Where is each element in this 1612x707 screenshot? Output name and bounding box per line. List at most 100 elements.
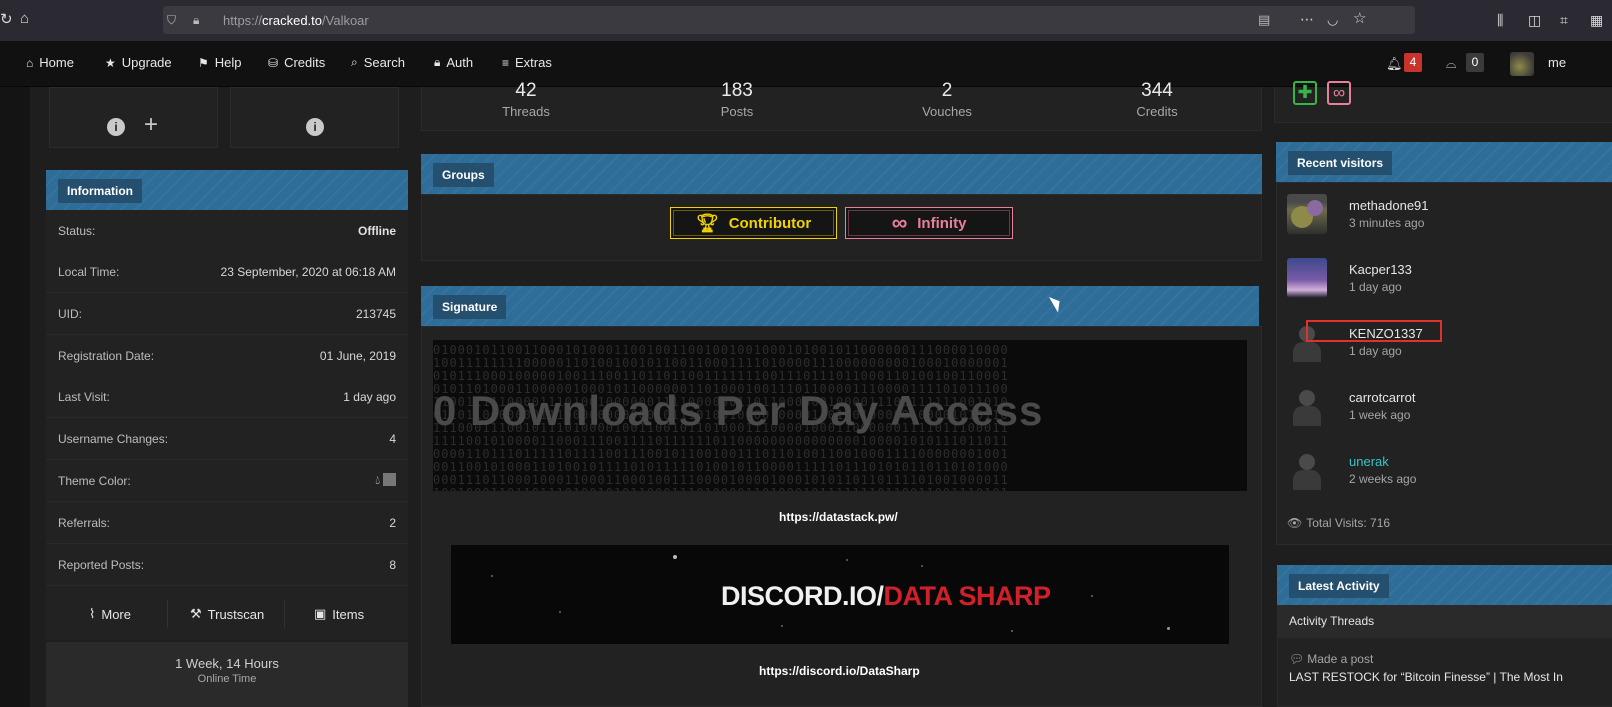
info-icon[interactable]: i: [306, 118, 324, 136]
messages-badge[interactable]: 0: [1466, 53, 1484, 72]
discord-banner-text: DISCORD.IO/DATA SHARP: [721, 581, 1051, 611]
home-icon[interactable]: ⌂: [20, 11, 29, 27]
signature-link-discord[interactable]: https://discord.io/DataSharp: [759, 664, 920, 678]
information-header: Information: [46, 170, 408, 210]
visitor-name[interactable]: methadone91: [1349, 198, 1429, 213]
visitor-time: 1 day ago: [1349, 344, 1402, 358]
search-icon: ⌕: [351, 55, 358, 69]
stat-threads[interactable]: 42 Threads: [466, 80, 586, 119]
browser-toolbar: ↻ ⌂ ⛉ 🔒︎ https://cracked.to/Valkoar ▤ ⋯ …: [0, 0, 1612, 42]
trustscan-button[interactable]: ⚒ Trustscan: [190, 606, 264, 622]
latest-activity-title: Latest Activity: [1289, 574, 1389, 598]
user-avatar[interactable]: [1510, 52, 1534, 76]
visitor-row[interactable]: unerak 2 weeks ago: [1287, 450, 1607, 514]
bell-icon[interactable]: 🔔︎: [1386, 56, 1403, 72]
more-button[interactable]: ⌇ More: [89, 606, 131, 622]
info-row-reported-posts: Reported Posts: 8: [46, 544, 408, 586]
highlight-box: [1306, 320, 1442, 342]
theme-swatch[interactable]: [383, 473, 396, 486]
screenshot-icon[interactable]: ⌗: [1560, 12, 1568, 28]
signature-link-datastack[interactable]: https://datastack.pw/: [779, 510, 898, 524]
profile-badges-card: ✚ ∞: [1274, 81, 1612, 123]
plus-award-icon[interactable]: ✚: [1293, 81, 1317, 105]
signature-banner-datastack[interactable]: 0100010110011000101000110010011001001001…: [433, 340, 1247, 491]
recent-visitors-title: Recent visitors: [1288, 151, 1393, 175]
nav-auth[interactable]: 🔒︎ Auth: [434, 55, 473, 70]
box-icon: ▣: [314, 606, 327, 621]
info-icon[interactable]: i: [107, 118, 125, 136]
groups-title: Groups: [433, 163, 494, 187]
activity-thread-link[interactable]: LAST RESTOCK for “Bitcoin Finesse” | The…: [1289, 670, 1612, 684]
site-navbar: ⌂ Home ★ Upgrade ⚑ Help ⛁ Credits ⌕ Search 🔒︎…: [0, 42, 1612, 87]
lock-icon: 🔒︎: [193, 13, 200, 27]
signature-banner-discord[interactable]: DISCORD.IO/DATA SHARP: [451, 545, 1229, 644]
notifications-badge[interactable]: 4: [1404, 53, 1422, 72]
add-icon[interactable]: +: [144, 113, 158, 137]
nav-credits[interactable]: ⛁ Credits: [268, 55, 325, 70]
droplet-icon[interactable]: 💧︎: [375, 473, 380, 488]
online-time-value: 1 Week, 14 Hours: [175, 656, 279, 671]
nav-extras[interactable]: ≡ Extras: [502, 55, 552, 70]
trophy-icon: 🏆︎: [695, 212, 719, 233]
more-icon[interactable]: ⋯: [1300, 11, 1314, 27]
visitor-avatar[interactable]: [1287, 450, 1327, 490]
address-bar[interactable]: ⛉ 🔒︎ https://cracked.to/Valkoar ▤ ⋯ ◡ ☆: [163, 6, 1415, 34]
bookmark-star-icon[interactable]: ☆: [1353, 11, 1366, 27]
visitor-name[interactable]: carrotcarrot: [1349, 390, 1415, 405]
gavel-icon: ⚒: [190, 606, 202, 621]
visitor-time: 2 weeks ago: [1349, 472, 1417, 486]
visitor-avatar[interactable]: [1287, 194, 1327, 234]
comment-icon: 💬︎: [1289, 652, 1305, 666]
infinity-award-icon[interactable]: ∞: [1327, 81, 1351, 105]
pocket-icon[interactable]: ◡: [1327, 12, 1338, 28]
nav-help[interactable]: ⚑ Help: [198, 55, 242, 70]
nav-upgrade[interactable]: ★ Upgrade: [105, 55, 172, 70]
visitor-avatar[interactable]: [1287, 386, 1327, 426]
visitor-avatar[interactable]: [1287, 258, 1327, 298]
lock-icon: 🔒︎: [434, 55, 441, 69]
groups-card: [421, 194, 1262, 261]
stat-posts[interactable]: 183 Posts: [677, 80, 797, 119]
user-menu-label[interactable]: me: [1548, 55, 1566, 70]
reader-view-icon[interactable]: ▤: [1258, 12, 1270, 28]
sidebar-icon[interactable]: ◫: [1528, 12, 1541, 28]
extension-icon[interactable]: ▦: [1590, 12, 1603, 28]
items-button[interactable]: ▣ Items: [314, 606, 364, 622]
info-row-registration: Registration Date: 01 June, 2019: [46, 335, 408, 377]
nav-search[interactable]: ⌕ Search: [351, 55, 405, 70]
visitor-row[interactable]: methadone91 3 minutes ago: [1287, 194, 1607, 258]
stat-credits[interactable]: 344 Credits: [1097, 80, 1217, 119]
page-gutter: [0, 87, 30, 707]
activity-action: 💬︎ Made a post: [1289, 652, 1374, 666]
info-row-uid: UID: 213745: [46, 293, 408, 335]
total-visits: 👁︎ Total Visits: 716: [1287, 516, 1391, 530]
visitor-row[interactable]: carrotcarrot 1 week ago: [1287, 386, 1607, 450]
info-row-local-time: Local Time: 23 September, 2020 at 06:18 A…: [46, 251, 408, 293]
visitor-row[interactable]: KENZO1337 1 day ago: [1287, 320, 1607, 386]
coins-icon: ⛁: [268, 55, 279, 70]
activity-tab-bar: Activity Threads: [1277, 605, 1612, 637]
url-text: https://cracked.to/Valkoar: [223, 13, 369, 28]
visitor-row[interactable]: Kacper133 1 day ago: [1287, 258, 1607, 322]
library-icon[interactable]: ⫼: [1497, 12, 1503, 28]
group-contributor-badge[interactable]: 🏆︎ Contributor: [670, 207, 837, 239]
visitor-time: 1 week ago: [1349, 408, 1411, 422]
stat-vouches[interactable]: 2 Vouches: [887, 80, 1007, 119]
home-icon: ⌂: [26, 55, 34, 70]
shield-icon[interactable]: ⛉: [167, 12, 176, 28]
visitor-time: 3 minutes ago: [1349, 216, 1425, 230]
info-row-theme-color: Theme Color: 💧︎: [46, 460, 408, 502]
tab-activity-threads[interactable]: Activity Threads: [1289, 614, 1374, 628]
inbox-icon[interactable]: ⌓: [1446, 56, 1456, 72]
recent-visitors-header: Recent visitors: [1276, 142, 1612, 182]
signature-header: Signature: [421, 286, 1259, 326]
visitor-name[interactable]: unerak: [1349, 454, 1389, 469]
info-row-username-changes: Username Changes: 4: [46, 418, 408, 460]
latest-activity-header: Latest Activity: [1277, 565, 1612, 605]
nav-home[interactable]: ⌂ Home: [26, 55, 74, 70]
group-infinity-badge[interactable]: ∞ Infinity: [845, 207, 1013, 239]
visitor-name[interactable]: Kacper133: [1349, 262, 1412, 277]
reload-icon[interactable]: ↻: [0, 12, 13, 28]
menu-icon: ≡: [502, 55, 510, 70]
profile-action-card: i +: [49, 87, 218, 148]
